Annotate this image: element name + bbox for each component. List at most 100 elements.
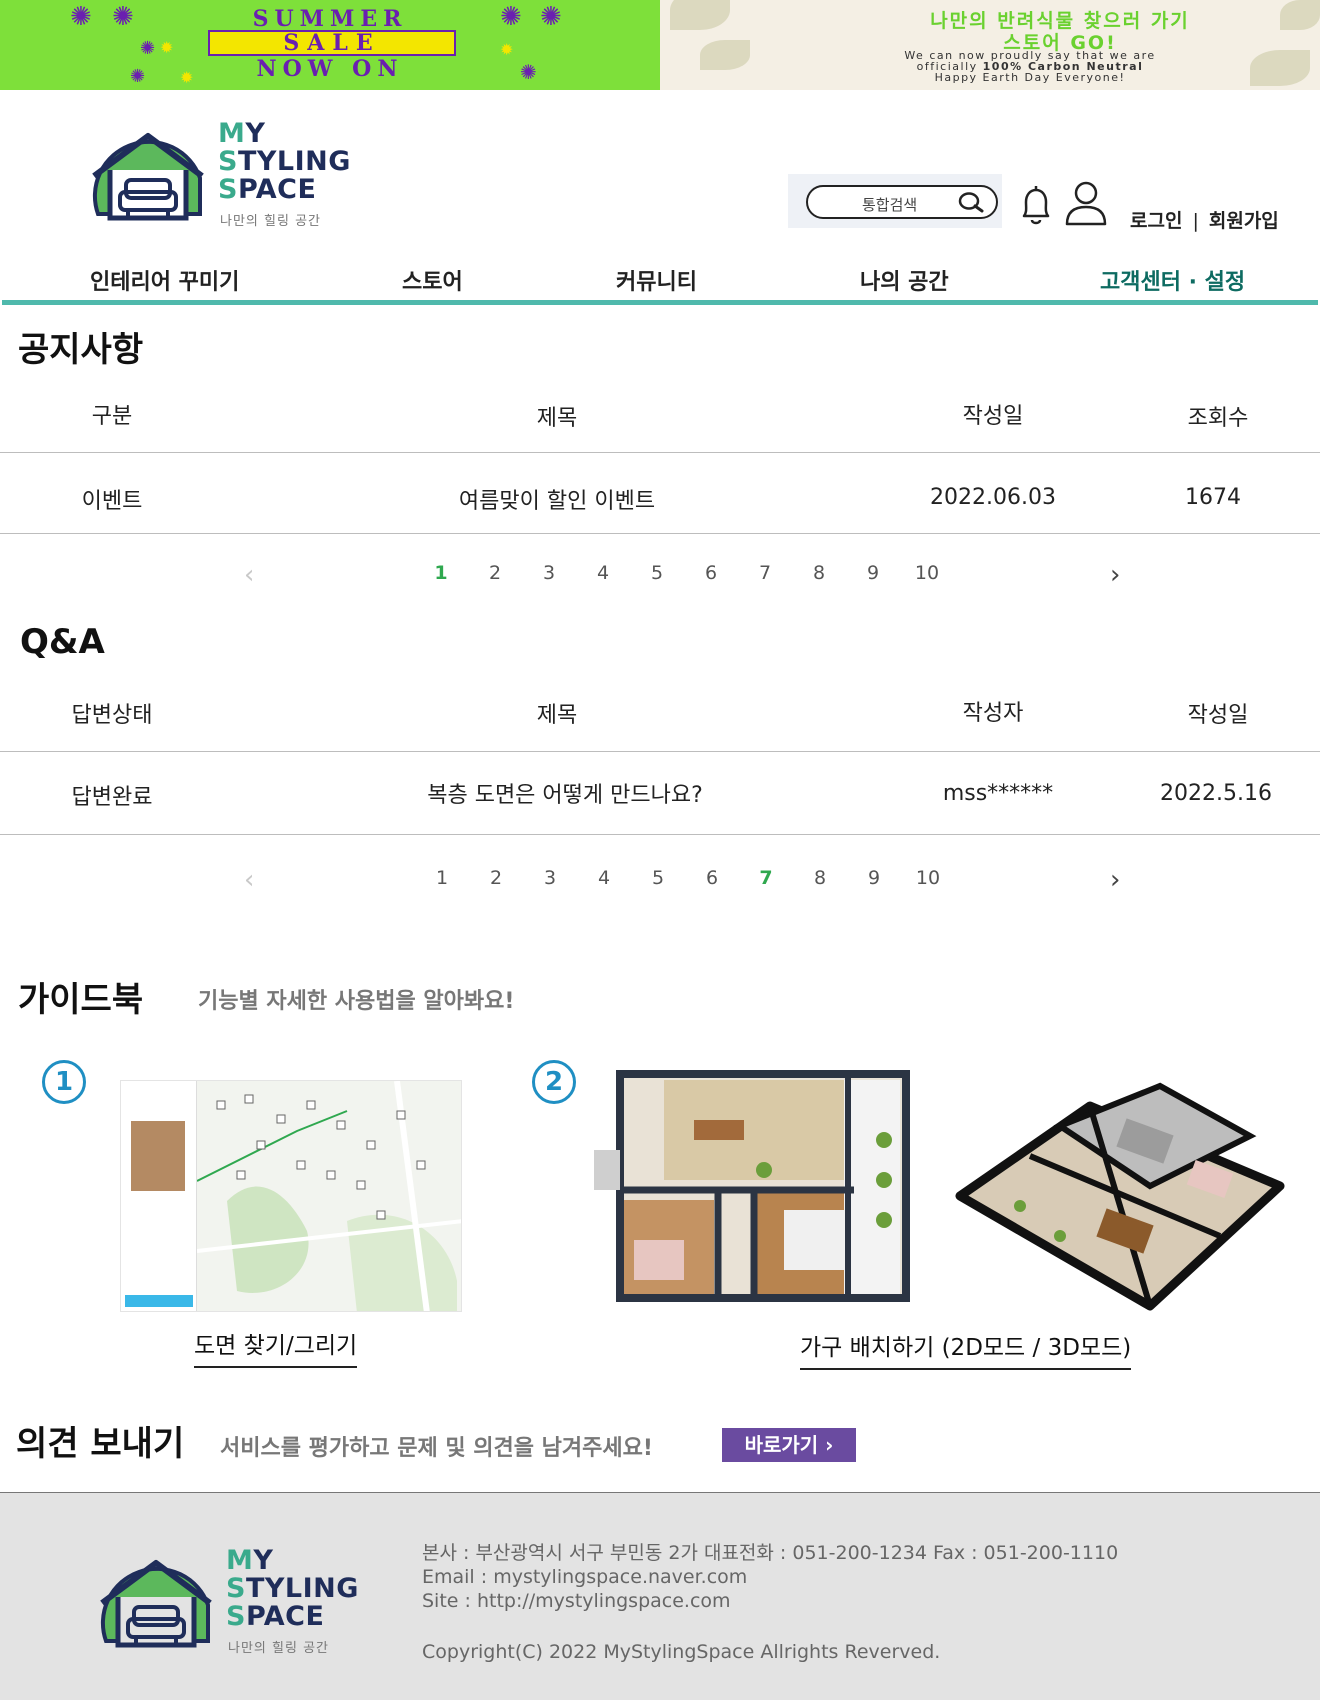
banner-carbon-text: We can now proudly say that we are offic…	[760, 50, 1300, 83]
footer-logo[interactable]: MY STYLING SPACE 나만의 힐링 공간	[96, 1545, 359, 1656]
guide-caption-furniture[interactable]: 가구 배치하기 (2D모드 / 3D모드)	[800, 1328, 1132, 1370]
search-icon[interactable]	[958, 191, 984, 213]
guide-title: 가이드북	[18, 980, 144, 1020]
sparkle-icon: ✹	[160, 38, 174, 57]
table-divider	[0, 533, 1320, 534]
notice-header-category: 구분	[91, 404, 133, 429]
notice-row-views: 1674	[1185, 485, 1241, 510]
qna-header-title: 제목	[536, 703, 578, 728]
notice-row-category: 이벤트	[81, 489, 143, 514]
footer-contact: 본사 : 부산광역시 서구 부민동 2가 대표전화 : 051-200-1234…	[422, 1541, 1118, 1613]
nav-item-my-space[interactable]: 나의 공간	[860, 264, 949, 296]
firework-icon: ✺	[520, 60, 537, 84]
qna-pagination: ‹ 1 2 3 4 5 6 7 8 9 10 ›	[0, 865, 1320, 895]
guide-subtitle: 기능별 자세한 사용법을 알아봐요!	[198, 989, 515, 1014]
search-area: 통합검색	[788, 174, 1002, 228]
floorplan-2d-image[interactable]	[594, 1070, 910, 1302]
logo-letters: TYLING	[245, 1573, 359, 1604]
qna-row-title[interactable]: 복층 도면은 어떻게 만드나요?	[427, 777, 703, 809]
logo-letter: S	[226, 1573, 246, 1604]
notice-row-title[interactable]: 여름맞이 할인 이벤트	[459, 483, 655, 515]
logo-letters: Y	[245, 118, 266, 149]
sparkle-icon: ✹	[180, 68, 194, 87]
page-number[interactable]: 4	[598, 867, 610, 889]
page-number[interactable]: 3	[543, 562, 555, 584]
firework-icon: ✺	[140, 38, 156, 59]
map-sidebar	[121, 1081, 197, 1311]
house-logo-icon	[92, 133, 204, 221]
next-page-arrow[interactable]: ›	[1110, 865, 1120, 895]
search-input[interactable]: 통합검색	[806, 185, 998, 219]
footer-address: 본사 : 부산광역시 서구 부민동 2가 대표전화 : 051-200-1234…	[422, 1542, 1119, 1564]
logo-letter: M	[226, 1545, 254, 1576]
bell-icon[interactable]	[1014, 184, 1058, 228]
page-number[interactable]: 10	[915, 562, 939, 584]
step-number-badge: 2	[532, 1060, 576, 1104]
page-number[interactable]: 9	[867, 562, 879, 584]
guide-caption-floorplan[interactable]: 도면 찾기/그리기	[194, 1326, 358, 1368]
floorplan-search-screenshot[interactable]	[120, 1080, 462, 1312]
user-icon[interactable]	[1064, 180, 1108, 228]
table-divider	[0, 452, 1320, 453]
search-placeholder: 통합검색	[862, 196, 918, 214]
sparkle-icon: ✹	[500, 40, 514, 59]
plant-store-banner[interactable]: 나만의 반려식물 찾으러 가기 스토어 GO! We can now proud…	[660, 0, 1320, 90]
page-number[interactable]: 7	[759, 867, 772, 889]
map-canvas	[197, 1081, 461, 1311]
site-footer: MY STYLING SPACE 나만의 힐링 공간 본사 : 부산광역시 서구…	[0, 1492, 1320, 1700]
house-logo-icon	[100, 1560, 212, 1648]
banner-sale-line1: SUMMER	[252, 6, 408, 32]
floorplan-3d-image[interactable]	[950, 1066, 1300, 1316]
summer-sale-banner[interactable]: ✺ ✺ ✺ ✺ ✺ ✺ ✺ ✹ ✹ ✹ SUMMER SALE NOW ON	[0, 0, 660, 90]
prev-page-arrow[interactable]: ‹	[244, 865, 254, 895]
login-link[interactable]: 로그인	[1130, 210, 1182, 232]
nav-item-support-settings[interactable]: 고객센터 · 설정	[1100, 264, 1245, 296]
firework-icon: ✺	[540, 2, 562, 32]
prev-page-arrow[interactable]: ‹	[244, 560, 254, 590]
page-number[interactable]: 6	[706, 867, 718, 889]
feedback-subtitle: 서비스를 평가하고 문제 및 의견을 남겨주세요!	[220, 1436, 653, 1461]
page-number[interactable]: 3	[544, 867, 556, 889]
logo-letter: S	[218, 146, 238, 177]
footer-email[interactable]: Email : mystylingspace.naver.com	[422, 1565, 1118, 1589]
auth-divider: |	[1192, 210, 1199, 232]
firework-icon: ✺	[70, 2, 92, 32]
page-number[interactable]: 6	[705, 562, 717, 584]
signup-link[interactable]: 회원가입	[1209, 210, 1279, 232]
nav-item-community[interactable]: 커뮤니티	[616, 264, 697, 296]
auth-links: 로그인 | 회원가입	[1130, 206, 1279, 233]
page-number[interactable]: 8	[814, 867, 826, 889]
page-number[interactable]: 9	[868, 867, 880, 889]
feedback-go-button[interactable]: 바로가기 ›	[722, 1428, 856, 1462]
qna-header-date: 작성일	[1187, 703, 1249, 728]
notice-header-date: 작성일	[962, 404, 1024, 429]
page-number[interactable]: 1	[436, 867, 448, 889]
site-logo[interactable]: MY STYLING SPACE 나만의 힐링 공간	[88, 118, 351, 229]
firework-icon: ✺	[112, 2, 134, 32]
footer-site[interactable]: Site : http://mystylingspace.com	[422, 1589, 1118, 1613]
nav-item-interior[interactable]: 인테리어 꾸미기	[90, 264, 239, 296]
page-number[interactable]: 4	[597, 562, 609, 584]
page-number[interactable]: 5	[652, 867, 664, 889]
table-divider	[0, 834, 1320, 835]
table-divider	[0, 751, 1320, 752]
leaf-decoration	[700, 40, 750, 70]
nav-underline	[2, 300, 1318, 305]
page-number[interactable]: 1	[434, 562, 447, 584]
page-number[interactable]: 7	[759, 562, 771, 584]
step-number-badge: 1	[42, 1060, 86, 1104]
page-number[interactable]: 10	[916, 867, 940, 889]
page-number[interactable]: 2	[489, 562, 501, 584]
next-page-arrow[interactable]: ›	[1110, 560, 1120, 590]
top-banners: ✺ ✺ ✺ ✺ ✺ ✺ ✺ ✹ ✹ ✹ SUMMER SALE NOW ON 나…	[0, 0, 1320, 90]
banner-carbon-line3: Happy Earth Day Everyone!	[934, 71, 1126, 84]
logo-letters: PACE	[237, 174, 317, 205]
logo-letters: TYLING	[237, 146, 351, 177]
page-number[interactable]: 5	[651, 562, 663, 584]
nav-item-store[interactable]: 스토어	[402, 264, 463, 296]
notice-header-title: 제목	[536, 406, 578, 431]
qna-row-status: 답변완료	[71, 785, 153, 810]
page-number[interactable]: 2	[490, 867, 502, 889]
page-number[interactable]: 8	[813, 562, 825, 584]
notice-row-date: 2022.06.03	[930, 485, 1056, 510]
